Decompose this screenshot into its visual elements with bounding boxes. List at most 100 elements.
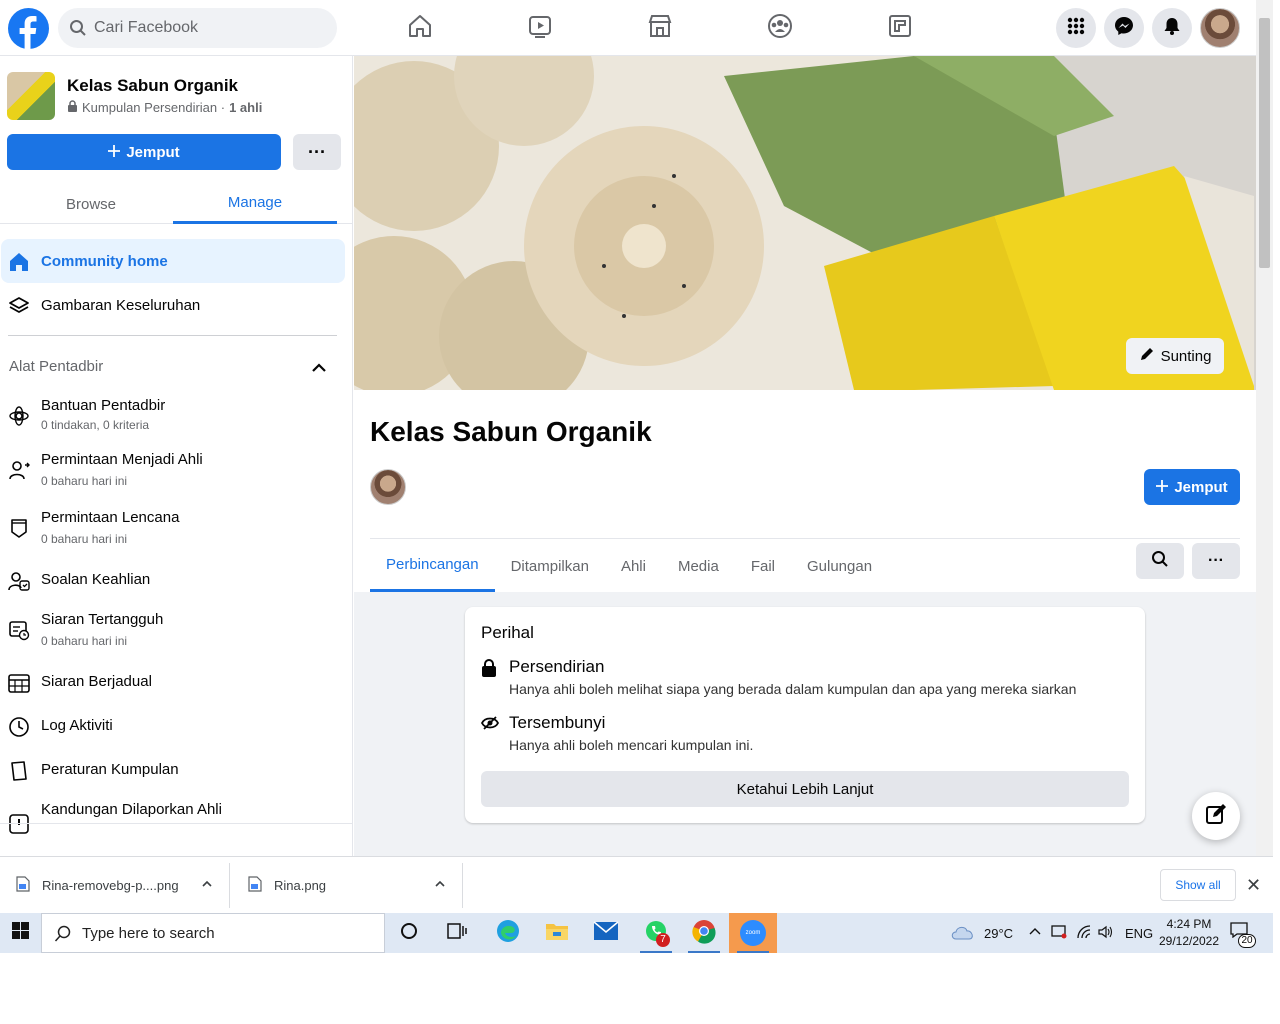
download-separator	[462, 863, 463, 908]
tab-files[interactable]: Fail	[735, 540, 791, 592]
download-item[interactable]: Rina-removebg-p....png	[16, 857, 213, 914]
scrollbar-thumb[interactable]	[1259, 18, 1270, 268]
group-privacy: Kumpulan Persendirian ·	[82, 100, 226, 115]
cortana-button[interactable]	[385, 913, 433, 953]
nav-gaming-tab[interactable]	[840, 0, 960, 56]
taskbar-clock[interactable]: 4:24 PM 29/12/2022	[1154, 916, 1224, 950]
nav-home-tab[interactable]	[360, 0, 480, 56]
chevron-up-icon[interactable]	[201, 878, 213, 893]
cover-photo-soap-image	[354, 56, 1256, 390]
sidebar-item-label: Peraturan Kumpulan	[41, 761, 179, 778]
close-icon[interactable]: ✕	[1246, 875, 1261, 896]
group-search-button[interactable]	[1136, 543, 1184, 579]
edit-cover-button[interactable]: Sunting	[1126, 338, 1224, 374]
more-dots-icon: ···	[308, 141, 326, 162]
search-placeholder: Cari Facebook	[94, 19, 199, 36]
nav-watch-tab[interactable]	[480, 0, 600, 56]
home-icon	[407, 13, 433, 44]
tab-reels[interactable]: Gulungan	[791, 540, 888, 592]
device-icon[interactable]	[1051, 924, 1067, 943]
chevron-up-icon[interactable]	[1028, 925, 1042, 942]
messenger-button[interactable]	[1104, 8, 1144, 48]
system-tray: ENG	[1028, 913, 1153, 953]
group-name[interactable]: Kelas Sabun Organik	[67, 76, 238, 96]
search-icon	[54, 925, 72, 947]
grid-menu-icon	[1066, 16, 1086, 41]
learn-more-button[interactable]: Ketahui Lebih Lanjut	[481, 771, 1129, 807]
facebook-logo-icon[interactable]	[8, 8, 49, 49]
group-meta: Kumpulan Persendirian · 1 ahli	[67, 100, 262, 115]
bell-icon	[1162, 16, 1182, 41]
notifications-button[interactable]	[1152, 8, 1192, 48]
nav-groups-tab[interactable]	[720, 0, 840, 56]
search-icon	[69, 19, 87, 42]
tab-manage[interactable]: Manage	[173, 184, 337, 224]
tab-media[interactable]: Media	[662, 540, 735, 592]
task-view-button[interactable]	[433, 913, 481, 953]
tab-featured[interactable]: Ditampilkan	[495, 540, 605, 592]
sidebar-item-sub: 0 baharu hari ini	[41, 474, 128, 488]
tab-discussion[interactable]: Perbincangan	[370, 540, 495, 592]
cloud-icon	[950, 924, 976, 943]
invite-button[interactable]: Jemput	[7, 134, 281, 170]
group-thumbnail[interactable]	[7, 72, 55, 120]
groups-icon	[766, 12, 794, 45]
cover-photo: Sunting	[354, 56, 1256, 390]
header-invite-button[interactable]: Jemput	[1144, 469, 1240, 505]
clock-time: 4:24 PM	[1166, 917, 1212, 931]
edit-cover-label: Sunting	[1160, 347, 1212, 365]
nav-marketplace-tab[interactable]	[600, 0, 720, 56]
download-filename: Rina.png	[274, 878, 327, 893]
notification-center-button[interactable]: 20	[1230, 922, 1256, 948]
member-avatar[interactable]	[370, 469, 406, 505]
invite-label: Jemput	[126, 143, 180, 161]
whatsapp-badge: 7	[656, 933, 670, 947]
windows-start-button[interactable]	[0, 913, 40, 953]
taskbar-file-explorer[interactable]	[533, 913, 581, 953]
taskbar-zoom[interactable]: zoom	[729, 913, 777, 953]
show-all-downloads-button[interactable]: Show all	[1160, 869, 1236, 901]
taskbar-edge[interactable]	[484, 913, 532, 953]
home-icon	[8, 251, 30, 273]
file-icon	[16, 876, 30, 895]
sidebar-item-label: Soalan Keahlian	[41, 571, 151, 588]
tab-browse[interactable]: Browse	[9, 184, 173, 224]
sidebar-divider	[8, 335, 337, 336]
taskbar-mail[interactable]	[582, 913, 630, 953]
menu-button[interactable]	[1056, 8, 1096, 48]
visibility-desc: Hanya ahli boleh mencari kumpulan ini.	[509, 737, 754, 753]
wifi-icon[interactable]	[1076, 924, 1092, 942]
taskbar-chrome[interactable]	[680, 913, 728, 953]
pending-posts-icon	[8, 619, 30, 641]
new-message-button[interactable]	[1192, 792, 1240, 840]
download-item[interactable]: Rina.png	[248, 857, 446, 914]
profile-avatar[interactable]	[1200, 8, 1240, 48]
invite-label: Jemput	[1174, 478, 1228, 496]
group-options-button[interactable]: ···	[1192, 543, 1240, 579]
admin-assist-icon	[8, 405, 30, 427]
header-divider	[370, 538, 1240, 539]
privacy-desc: Hanya ahli boleh melihat siapa yang bera…	[509, 681, 1077, 697]
chrome-icon	[691, 918, 717, 949]
taskbar-whatsapp[interactable]: 7	[632, 913, 680, 953]
clock-icon	[8, 716, 30, 738]
compose-icon	[1205, 803, 1227, 830]
group-member-count[interactable]: 1 ahli	[229, 100, 262, 115]
group-more-button[interactable]: ···	[293, 134, 341, 170]
taskbar-search-input[interactable]: Type here to search	[41, 913, 385, 953]
folder-icon	[545, 920, 569, 947]
sidebar-item-label: Siaran Tertangguh	[41, 611, 164, 628]
chevron-up-icon[interactable]	[310, 359, 328, 382]
tab-members[interactable]: Ahli	[605, 540, 662, 592]
speaker-icon[interactable]	[1098, 925, 1114, 942]
vertical-scrollbar[interactable]	[1256, 0, 1273, 856]
facebook-search-input[interactable]: Cari Facebook	[58, 8, 337, 48]
top-navigation-bar: Cari Facebook	[0, 0, 1256, 56]
clock-date: 29/12/2022	[1158, 934, 1220, 948]
visibility-title: Tersembunyi	[509, 713, 606, 732]
language-indicator[interactable]: ENG	[1125, 926, 1153, 941]
sidebar-item-label: Permintaan Menjadi Ahli	[41, 451, 203, 468]
chevron-up-icon[interactable]	[434, 878, 446, 893]
search-icon	[1151, 550, 1169, 573]
weather-widget[interactable]: 29°C	[950, 913, 1013, 953]
